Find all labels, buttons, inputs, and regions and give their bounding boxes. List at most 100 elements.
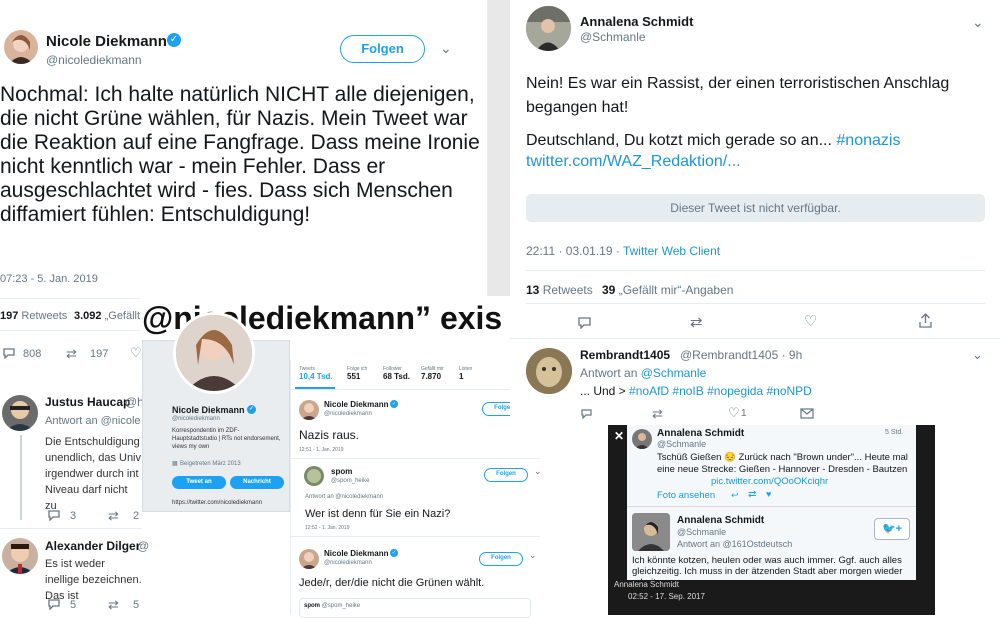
reply-to-label[interactable]: Antwort an @161Ostdeutsch [677,539,792,549]
author-name[interactable]: Annalena Schmidt [657,428,744,439]
portrait-icon [6,401,34,431]
quoted-author[interactable]: spom @spom_heike [304,603,360,609]
retweet-icon[interactable]: ⇄ [690,313,703,331]
avatar[interactable] [299,549,319,569]
message-button[interactable]: Nachricht [230,476,284,489]
chevron-down-icon[interactable]: ⌄ [529,550,537,561]
avatar[interactable] [526,6,571,51]
reply-icon[interactable] [47,598,61,610]
view-photo-link[interactable]: Foto ansehen [657,490,715,501]
thread-author-name[interactable]: spom [331,467,352,476]
thread-author-name[interactable]: Nicole Diekmann [324,549,388,558]
heart-icon[interactable]: ♡ [728,405,740,421]
close-icon[interactable]: ✕ [614,429,624,443]
author-name[interactable]: Annalena Schmidt [580,14,693,29]
avatar[interactable] [632,513,670,551]
reply-author-handle[interactable]: @ [137,539,149,553]
stat-lists[interactable]: Listen 1 [459,366,472,381]
avatar[interactable] [2,395,38,431]
stat-tweets[interactable]: Tweets 10,4 Tsd. [299,366,333,381]
avatar[interactable] [299,400,319,420]
profile-name[interactable]: Nicole Diekmann [172,405,245,415]
retweet-icon[interactable]: ⇄ [108,508,119,524]
retweet-icon[interactable]: ⇄ [652,406,663,422]
author-handle[interactable]: @Schmanle [580,30,646,44]
message-icon[interactable] [800,408,814,419]
avatar[interactable] [4,30,38,64]
twitter-follow-button[interactable]: 🐦+ [874,518,910,540]
reply-icon[interactable] [47,509,61,521]
divider [510,338,1000,339]
retweet-icon[interactable]: ⇄ [108,597,119,613]
chevron-down-icon[interactable]: ⌄ [440,40,452,57]
hashtag-links[interactable]: #noAfD #noIB #nopegida #noNPD [629,384,812,398]
left-panel-gray-strip [488,0,510,300]
reply-icon[interactable] [580,408,593,419]
thread-reply-to[interactable]: Antwort an @nicolediekmann [305,494,383,500]
tweet-timestamp[interactable]: 07:23 - 5. Jan. 2019 [0,273,98,285]
reply-author-name[interactable]: Justus Haucap [45,395,130,409]
reply-author-name[interactable]: Alexander Dilger [45,539,140,553]
profile-url[interactable]: https://twitter.com/nicolediekmann [172,500,262,506]
stat-followers[interactable]: Follower 68 Tsd. [383,366,410,381]
reply-author-name[interactable]: Rembrandt1405 [580,348,670,362]
tweet-at-button[interactable]: Tweet an [172,476,226,489]
portrait-icon [632,513,670,551]
avatar[interactable] [632,429,652,449]
portrait-icon [9,35,33,64]
heart-icon[interactable]: ♥ [766,489,771,499]
thread-author-handle[interactable]: @nicolediekmann [324,560,372,566]
stat-likes[interactable]: Gefällt mir 7.870 [421,366,444,381]
profile-handle[interactable]: @nicolediekmann [172,416,220,422]
thread-author-handle[interactable]: @nicolediekmann [324,411,372,417]
avatar[interactable] [526,348,572,394]
reply-icon[interactable] [577,316,592,329]
author-name[interactable]: Annalena Schmidt [677,515,764,526]
share-icon[interactable] [918,313,933,328]
reply-author-handle[interactable]: @Rembrandt1405 · 9h [680,348,802,362]
tweet-media-link[interactable]: pic.twitter.com/QOoOKciqhr [711,476,828,487]
like-stat[interactable]: 39 „Gefällt mir“-Angaben [602,283,733,297]
retweet-count-small: 5 [133,599,140,611]
author-handle[interactable]: @Schmanle [677,527,726,537]
thread-author-name[interactable]: Nicole Diekmann [324,400,388,409]
stat-following[interactable]: Folge ich 551 [347,366,367,381]
retweet-icon[interactable]: ⇄ [748,489,756,500]
like-stat[interactable]: 3.092 „Gefällt [74,310,140,322]
retweet-stat[interactable]: 197 Retweets [0,310,67,322]
chevron-down-icon[interactable]: ⌄ [972,14,984,31]
follow-button[interactable]: Folgen [484,468,528,482]
verified-icon: ✓ [390,549,398,557]
footer-time: 02:52 - 17. Sep. 2017 [628,592,705,601]
tweet-time[interactable]: 22:11 · 03.01.19 · [526,244,620,258]
hashtag-link[interactable]: #nonazis [836,132,900,149]
reply-icon[interactable] [2,347,16,359]
thread-tweet-text: Wer ist denn für Sie ein Nazi? [305,508,451,520]
follow-button[interactable]: Folgen [479,552,523,566]
reply-to-label[interactable]: Antwort an @nicole [45,415,141,427]
reply-icon[interactable]: ↩ [731,490,739,501]
retweet-icon[interactable]: ⇄ [66,346,77,362]
avatar[interactable] [304,466,324,486]
thread-tweet-time[interactable]: 12:51 - 1. Jan. 2019 [299,447,343,453]
author-handle[interactable]: @Schmanle [657,439,706,449]
heart-icon[interactable]: ♡ [804,312,817,330]
heart-icon[interactable]: ♡ [130,345,142,361]
profile-avatar[interactable] [173,312,255,394]
tweet-client[interactable]: Twitter Web Client [623,244,720,258]
retweet-stat[interactable]: 13 Retweets [526,283,593,297]
reply-to-link[interactable]: @Schmanle [641,366,707,380]
like-count: 3.092 [74,310,102,322]
thread-author-handle[interactable]: @spom_heike [331,478,369,484]
verified-icon: ✓ [390,400,398,408]
chevron-down-icon[interactable]: ⌄ [972,347,983,363]
quoted-handle: @spom_heike [321,603,361,609]
follow-button[interactable]: Folgen [340,35,425,63]
tweet-link[interactable]: twitter.com/WAZ_Redaktion/... [526,153,741,171]
author-name[interactable]: Nicole Diekmann [46,33,167,50]
author-handle[interactable]: @nicolediekmann [46,53,142,67]
chevron-down-icon[interactable]: ⌄ [534,466,542,477]
thread-tweet-time[interactable]: 12:52 - 1. Jan. 2019 [305,525,349,531]
divider [526,270,985,271]
avatar[interactable] [2,538,38,574]
